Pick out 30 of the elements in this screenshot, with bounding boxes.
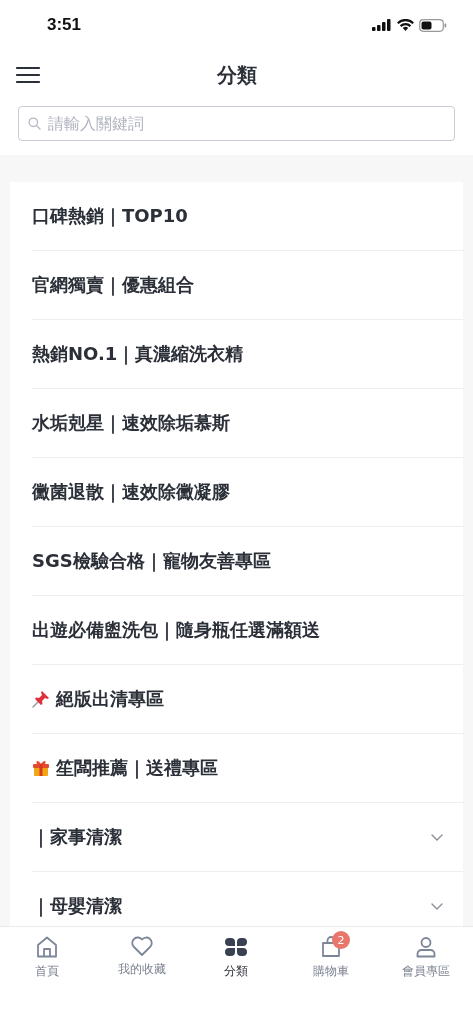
menu-button[interactable] xyxy=(16,66,40,84)
chevron-down-icon xyxy=(431,833,443,841)
status-time: 3:51 xyxy=(47,15,82,35)
category-grid-icon xyxy=(224,935,249,959)
category-item[interactable]: 出遊必備盥洗包｜隨身瓶任選滿額送 xyxy=(32,596,463,665)
category-item[interactable]: 水垢剋星｜速效除垢慕斯 xyxy=(32,389,463,458)
category-item[interactable]: 黴菌退散｜速效除黴凝膠 xyxy=(32,458,463,527)
gift-icon xyxy=(32,759,50,777)
category-item[interactable]: 絕版出清專區 xyxy=(32,665,463,734)
category-item[interactable]: SGS檢驗合格｜寵物友善專區 xyxy=(32,527,463,596)
nav-tab[interactable]: 我的收藏 xyxy=(94,935,190,978)
nav-tab[interactable]: 會員專區 xyxy=(378,935,473,980)
nav-tab[interactable]: 首頁 xyxy=(0,935,95,980)
battery-icon xyxy=(419,18,447,32)
chevron-down-icon xyxy=(431,902,443,910)
category-item[interactable]: 笙闆推薦｜送禮專區 xyxy=(32,734,463,803)
signal-icon xyxy=(372,19,392,31)
pushpin-icon xyxy=(32,690,50,708)
category-item[interactable]: 熱銷NO.1｜真濃縮洗衣精 xyxy=(32,320,463,389)
category-item[interactable]: ｜家事清潔 xyxy=(32,803,463,872)
home-icon xyxy=(35,935,60,959)
page-title: 分類 xyxy=(216,61,257,89)
nav-tab[interactable]: 分類 xyxy=(189,935,284,980)
heart-icon xyxy=(129,935,154,957)
category-item[interactable]: 官網獨賣｜優惠組合 xyxy=(32,251,463,320)
search-field[interactable]: 請輸入關鍵詞 xyxy=(18,106,455,141)
search-icon xyxy=(28,117,41,130)
category-item[interactable]: 口碑熱銷｜TOP10 xyxy=(32,182,463,251)
wifi-icon xyxy=(397,19,414,31)
cart-count-badge: 2 xyxy=(332,931,351,949)
